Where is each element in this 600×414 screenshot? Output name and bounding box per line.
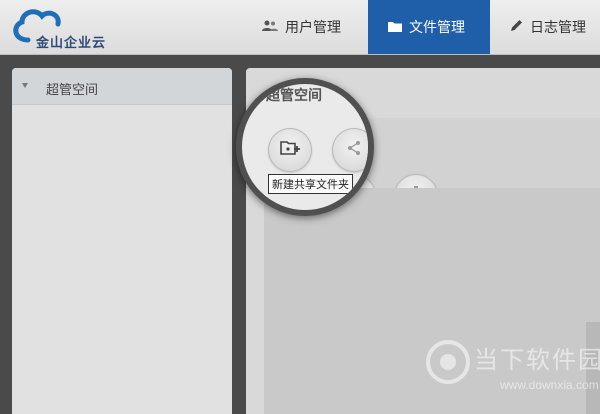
- share-icon: [346, 140, 362, 161]
- watermark-logo-icon: [426, 332, 470, 397]
- tree-root-item[interactable]: 超管空间: [12, 68, 232, 105]
- nav-label: 用户管理: [285, 19, 341, 35]
- app-logo[interactable]: 金山企业云: [8, 6, 118, 50]
- nav-user-management[interactable]: 用户管理: [262, 0, 341, 54]
- add-folder-icon: [280, 140, 300, 161]
- nav-log-management[interactable]: 日志管理: [510, 0, 586, 54]
- logo-text: 金山企业云: [36, 35, 107, 50]
- top-header: 金山企业云 用户管理 文件管理 日志管理: [0, 0, 600, 55]
- folder-tree-panel: 超管空间: [12, 68, 232, 414]
- magnified-title: 超管空间: [266, 87, 322, 103]
- nav-label: 文件管理: [409, 19, 465, 35]
- watermark: 当下软件园 www.downxia.com: [426, 328, 600, 408]
- new-shared-folder-button[interactable]: [268, 128, 312, 172]
- tree-root-label: 超管空间: [46, 82, 99, 97]
- pencil-icon: [510, 19, 523, 35]
- expand-triangle-icon[interactable]: [22, 83, 28, 88]
- nav-label: 日志管理: [530, 19, 586, 35]
- magnifier-callout: 超管空间 新建共享文件夹: [236, 78, 374, 216]
- watermark-text: 当下软件园: [474, 347, 600, 374]
- nav-file-management[interactable]: 文件管理: [368, 0, 490, 54]
- users-icon: [262, 19, 278, 35]
- watermark-url: www.downxia.com: [500, 378, 599, 392]
- share-button-magnified[interactable]: [332, 128, 368, 172]
- new-folder-tooltip: 新建共享文件夹: [268, 174, 353, 194]
- folder-icon: [388, 19, 402, 35]
